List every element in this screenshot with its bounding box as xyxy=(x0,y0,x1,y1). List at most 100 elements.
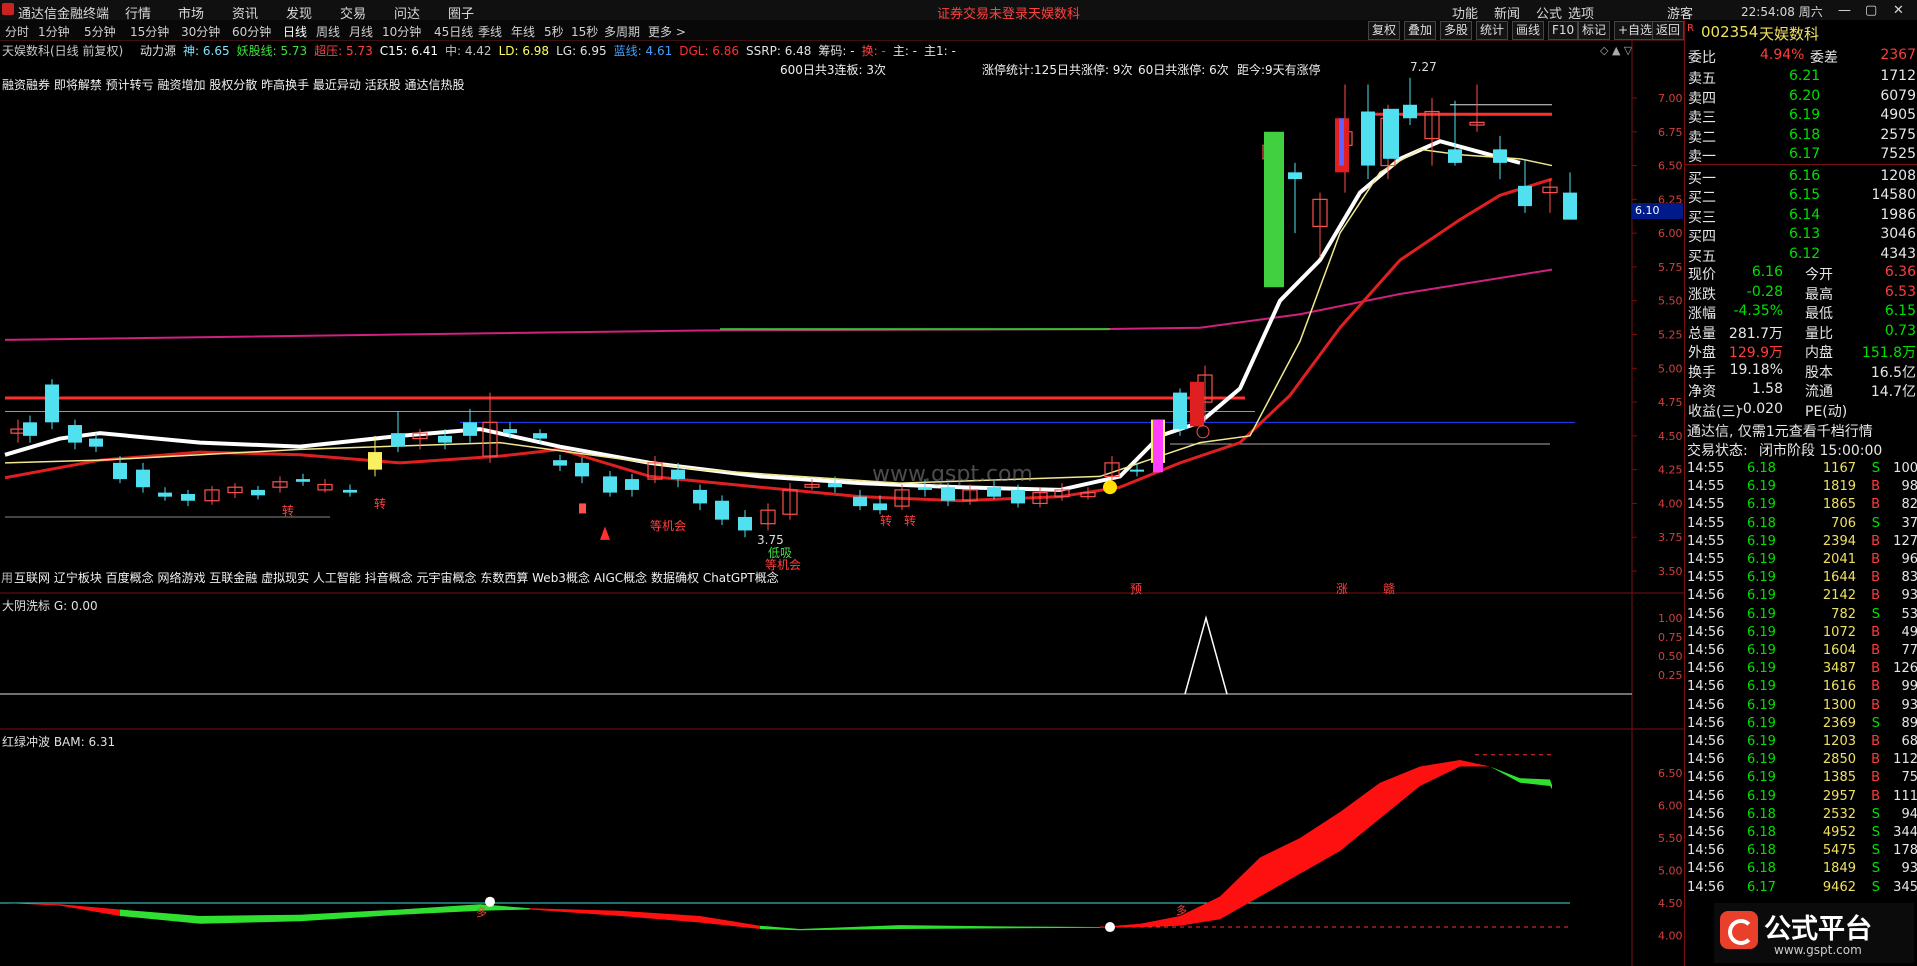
orderbook-row[interactable]: 买五 6.12 4343 xyxy=(1685,245,1917,265)
logo-mark-icon xyxy=(1720,911,1758,949)
candle-body xyxy=(1383,108,1399,159)
candle-body xyxy=(671,469,685,480)
period-more[interactable]: 更多 > xyxy=(648,23,686,40)
minimize-icon[interactable]: — xyxy=(1838,3,1851,18)
candle-body xyxy=(575,462,589,477)
tool-back[interactable]: 返回 xyxy=(1652,21,1684,40)
candle-body xyxy=(738,516,752,531)
signal-dengjihui: 等机会 xyxy=(650,519,687,533)
period-week[interactable]: 周线 xyxy=(316,23,340,40)
period-1min[interactable]: 1分钟 xyxy=(38,23,70,40)
orderbook-row[interactable]: 卖一 6.17 7525 xyxy=(1685,145,1917,165)
candle-body xyxy=(136,469,150,488)
period-5s[interactable]: 5秒 xyxy=(544,23,564,40)
panel2-title: 大阴洗标 G: 0.00 xyxy=(2,599,98,613)
candle-body xyxy=(1339,118,1344,166)
y-tick-label: 4.75 xyxy=(1658,396,1683,409)
watermark: www.gspt.com xyxy=(872,462,1033,487)
y-tick-label: 5.25 xyxy=(1658,329,1683,342)
tick-row: 14:56 6.19 1616 B 99 xyxy=(1687,679,1917,695)
high-price-label: 7.27 xyxy=(1410,60,1437,74)
tool-biaoji[interactable]: 标记 xyxy=(1578,21,1611,40)
tick-row: 14:55 6.18 1167 S 100 xyxy=(1687,461,1917,476)
quote-row: 总量 281.7万 量比 0.73 xyxy=(1688,322,1916,342)
period-15min[interactable]: 15分钟 xyxy=(130,23,169,40)
candle-body xyxy=(438,435,452,443)
tool-add-favorite[interactable]: +自选 xyxy=(1614,21,1657,40)
tool-diejia[interactable]: 叠加 xyxy=(1404,21,1437,40)
period-fenshi[interactable]: 分时 xyxy=(5,23,29,40)
orderbook-row[interactable]: 卖四 6.20 6079 xyxy=(1685,87,1917,107)
orderbook-row[interactable]: 卖三 6.19 4905 xyxy=(1685,106,1917,126)
y-tick-label: 0.50 xyxy=(1658,650,1683,663)
signal-circle-icon xyxy=(1196,425,1210,439)
orderbook-row[interactable]: 买四 6.13 3046 xyxy=(1685,225,1917,245)
orderbook-row[interactable]: 卖二 6.18 2575 xyxy=(1685,126,1917,146)
quote-row: 涨幅 -4.35% 最低 6.15 xyxy=(1688,303,1916,322)
period-15s[interactable]: 15秒 xyxy=(571,23,598,40)
panel3-title: 红绿冲波 BAM: 6.31 xyxy=(2,735,116,749)
y-tick-label: 3.75 xyxy=(1658,531,1683,544)
tool-fuquan[interactable]: 复权 xyxy=(1368,21,1401,40)
y-tick-label: 4.00 xyxy=(1658,930,1683,943)
maximize-icon[interactable]: ▢ xyxy=(1865,3,1877,18)
orderbook-row[interactable]: 卖五 6.21 1712 xyxy=(1685,67,1917,87)
signal-duo: 多 xyxy=(476,906,487,919)
weibi-row: 委比 4.94% 委差 2367 xyxy=(1688,47,1916,66)
tick-row: 14:55 6.18 706 S 37 xyxy=(1687,515,1917,531)
wave-area xyxy=(1490,766,1552,790)
order-book: 卖五 6.21 1712 卖四 6.20 6079 卖三 6.19 4905 卖二 6.18 2575… xyxy=(1685,67,1917,287)
candle-body xyxy=(918,487,932,490)
y-tick-label: 6.00 xyxy=(1658,227,1683,240)
tool-huaxian[interactable]: 画线 xyxy=(1512,21,1545,40)
signal-zhuan: 转 xyxy=(880,514,893,528)
chart-area[interactable]: 7.006.756.506.256.005.755.505.255.004.75… xyxy=(0,40,1684,966)
stock-code: 002354 xyxy=(1701,23,1759,41)
y-tick-label: 5.75 xyxy=(1658,261,1683,274)
period-year[interactable]: 年线 xyxy=(511,23,535,40)
quote-row: 涨跌 -0.28 最高 6.53 xyxy=(1688,283,1916,303)
period-45day[interactable]: 45日线 xyxy=(434,23,473,40)
period-60min[interactable]: 60分钟 xyxy=(232,23,271,40)
y-tick-label: 5.50 xyxy=(1658,295,1683,308)
period-day[interactable]: 日线 xyxy=(283,23,307,40)
candle-body xyxy=(1288,172,1302,180)
panel-dayin-xibiao: 1.00 0.75 0.50 0.25 xyxy=(0,612,1683,695)
candle-body xyxy=(1190,381,1204,427)
period-30min[interactable]: 30分钟 xyxy=(181,23,220,40)
candle-body xyxy=(343,489,357,493)
period-10min[interactable]: 10分钟 xyxy=(382,23,421,40)
tick-list[interactable]: 14:55 6.18 1167 S 100 14:55 6.19 1819 B 98 14:55 6.… xyxy=(1685,460,1917,966)
orderbook-row[interactable]: 买二 6.15 14580 xyxy=(1685,186,1917,206)
candle-body xyxy=(693,489,707,504)
tick-row: 14:56 6.18 1849 S 93 xyxy=(1687,861,1917,877)
orderbook-row[interactable]: 买三 6.14 1986 xyxy=(1685,206,1917,226)
tool-f10[interactable]: F10 xyxy=(1548,21,1579,40)
tick-row: 14:56 6.19 2369 S 89 xyxy=(1687,715,1917,731)
period-quarter[interactable]: 季线 xyxy=(478,23,502,40)
marker-icon xyxy=(579,503,586,514)
y-tick-label: 6.50 xyxy=(1658,160,1683,173)
orderbook-row[interactable]: 买一 6.16 1208 xyxy=(1685,167,1917,187)
period-multi[interactable]: 多周期 xyxy=(604,23,640,40)
signal-zhuan: 转 xyxy=(904,514,917,528)
notice-row[interactable]: 通达信, 仅需1元查看千档行情 xyxy=(1685,420,1917,440)
tool-duogu[interactable]: 多股 xyxy=(1440,21,1473,40)
logo-url: www.gspt.com xyxy=(1774,943,1862,957)
signal-circle-icon xyxy=(1103,480,1117,495)
period-month[interactable]: 月线 xyxy=(349,23,373,40)
spike-line xyxy=(1184,615,1228,695)
y-tick-label: 5.00 xyxy=(1658,362,1683,375)
quote-row: 换手 19.18% 股本 16.5亿 xyxy=(1688,361,1916,381)
wave-area xyxy=(120,904,530,924)
tool-tongji[interactable]: 统计 xyxy=(1476,21,1509,40)
candle-body xyxy=(296,479,310,482)
candle-body xyxy=(1563,192,1577,220)
quote-row: 外盘 129.9万 内盘 151.8万 xyxy=(1688,345,1916,361)
candle-body xyxy=(368,452,382,470)
tick-row: 14:56 6.19 1203 B 68 xyxy=(1687,734,1917,749)
close-icon[interactable]: ✕ xyxy=(1893,3,1904,18)
period-5min[interactable]: 5分钟 xyxy=(84,23,116,40)
y-tick-label: 0.75 xyxy=(1658,631,1683,644)
gspt-logo: 公式平台 www.gspt.com xyxy=(1714,903,1914,963)
